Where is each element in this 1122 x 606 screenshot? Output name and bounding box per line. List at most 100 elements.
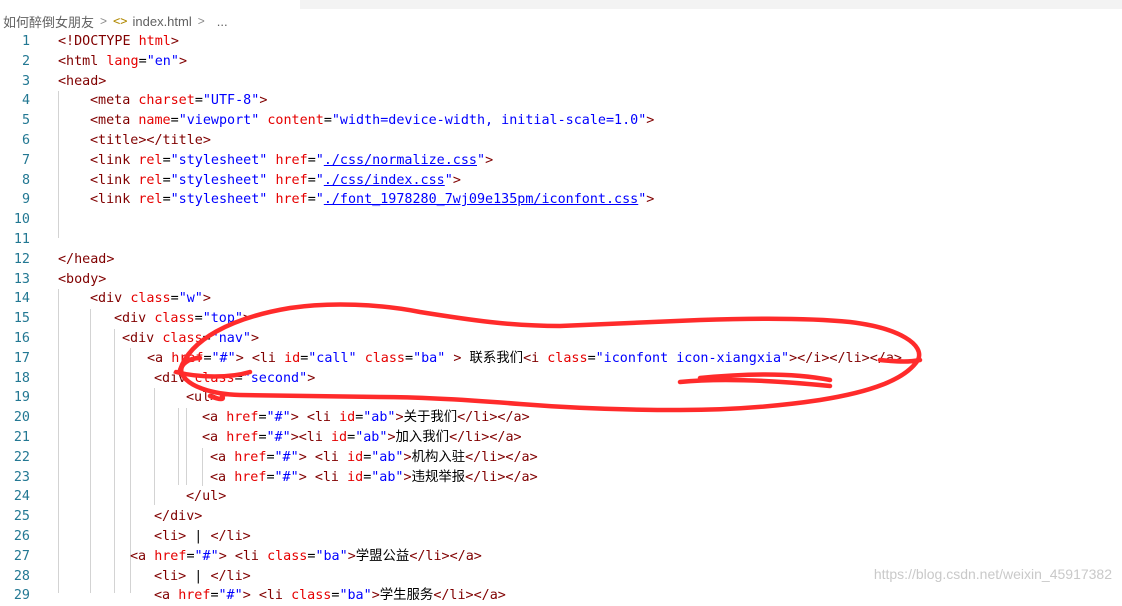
code-line[interactable]: 20 <a href="#"> <li id="ab">关于我们</li></a> xyxy=(0,408,1122,428)
code-line[interactable]: 18 <div class="second"> xyxy=(0,369,1122,389)
code-text: <a href="#"> <li id="ab">违规举报</li></a> xyxy=(210,468,538,488)
code-text: <a href="#"> <li class="ba">学盟公益</li></a… xyxy=(130,547,482,567)
line-number: 21 xyxy=(13,430,30,445)
code-line[interactable]: 26 <li> | </li> xyxy=(0,527,1122,547)
code-line[interactable]: 6 <title></title> xyxy=(0,131,1122,151)
code-line[interactable]: 16 <div class="nav"> xyxy=(0,329,1122,349)
line-number: 23 xyxy=(13,469,30,485)
code-line[interactable]: 4 <meta charset="UTF-8"> xyxy=(0,91,1122,111)
breadcrumb-file[interactable]: index.html xyxy=(132,14,191,29)
code-text: <a href="#"> <li id="call" class="ba" > … xyxy=(147,349,902,369)
code-token: = xyxy=(307,172,316,188)
code-text: <li> | </li> xyxy=(154,527,251,547)
code-token: > xyxy=(202,291,211,307)
code-line[interactable]: 10 xyxy=(0,210,1122,230)
code-token: = xyxy=(323,113,332,129)
code-token: "ab" xyxy=(371,469,404,485)
code-token: href xyxy=(178,588,211,604)
code-text: <div class="nav"> xyxy=(122,329,259,349)
code-line[interactable]: 9 <link rel="stylesheet" href="./font_197… xyxy=(0,190,1122,210)
code-line[interactable]: 7 <link rel="stylesheet" href="./css/norm… xyxy=(0,151,1122,171)
code-text: <div class="second"> xyxy=(154,369,315,389)
code-token: "#" xyxy=(266,430,291,445)
code-token: href xyxy=(226,430,259,445)
code-text: <meta name="viewport" content="width=dev… xyxy=(90,111,654,131)
code-token: = xyxy=(307,152,316,168)
code-line[interactable]: 11 xyxy=(0,230,1122,250)
code-token: "stylesheet" xyxy=(170,192,268,208)
code-line[interactable]: 27 <a href="#"> <li class="ba">学盟公益</li><… xyxy=(0,547,1122,567)
code-line[interactable]: 3 <head> xyxy=(0,72,1122,92)
code-token: id xyxy=(339,410,356,426)
code-token: "#" xyxy=(218,588,243,604)
code-line[interactable]: 2 <html lang="en"> xyxy=(0,52,1122,72)
code-text: <ul> xyxy=(186,388,218,408)
code-token: = xyxy=(405,350,414,366)
code-token: "UTF-8" xyxy=(202,93,260,109)
line-number: 20 xyxy=(13,410,30,426)
code-token: "w" xyxy=(178,291,203,307)
code-line[interactable]: 14 <div class="w"> xyxy=(0,289,1122,309)
code-token: > xyxy=(387,430,396,445)
code-token: = xyxy=(162,172,171,188)
code-token: > xyxy=(218,548,227,564)
code-token: <meta xyxy=(90,113,139,129)
code-token: > xyxy=(646,113,655,129)
code-line[interactable]: 19 <ul> xyxy=(0,388,1122,408)
code-token: "ba" xyxy=(315,548,348,564)
line-number: 15 xyxy=(13,311,30,327)
line-number: 4 xyxy=(21,93,30,109)
code-token: </li> xyxy=(210,529,251,544)
code-token: <a xyxy=(202,410,227,426)
code-token: href xyxy=(275,152,308,168)
code-token: ./css/normalize.css xyxy=(323,152,477,168)
code-text: </div> xyxy=(154,507,202,527)
code-editor[interactable]: 1 <!DOCTYPE html> 2 <html lang="en"> 3 <head>… xyxy=(0,32,1122,603)
code-line[interactable]: 12 </head> xyxy=(0,250,1122,270)
code-line[interactable]: 29 <a href="#"> <li class="ba">学生服务</li><… xyxy=(0,586,1122,606)
code-token: > xyxy=(403,449,412,465)
code-token: > xyxy=(178,53,187,69)
code-line[interactable]: 5 <meta name="viewport" content="width=de… xyxy=(0,111,1122,131)
code-line[interactable]: 1 <!DOCTYPE html> xyxy=(0,32,1122,52)
code-token: "ab" xyxy=(355,430,388,445)
code-token: = xyxy=(347,430,356,445)
code-line[interactable]: 22 <a href="#"> <li id="ab">机构入驻</li></a> xyxy=(0,448,1122,468)
code-token: > xyxy=(307,370,316,386)
line-number: 26 xyxy=(13,529,30,544)
code-line[interactable]: 21 <a href="#"><li id="ab">加入我们</li></a> xyxy=(0,428,1122,448)
code-token: > xyxy=(371,588,380,604)
code-text: <!DOCTYPE html> xyxy=(58,32,179,52)
code-line[interactable]: 17 <a href="#"> <li id="call" class="ba" … xyxy=(0,349,1122,369)
code-token: > xyxy=(298,449,307,465)
code-token: <li xyxy=(306,410,340,426)
code-token: "ab" xyxy=(371,449,404,465)
code-token: </head> xyxy=(58,251,115,267)
code-token: <a xyxy=(202,430,227,445)
code-line[interactable]: 13 <body> xyxy=(0,270,1122,290)
code-token: "#" xyxy=(211,350,236,366)
breadcrumb-more[interactable]: ... xyxy=(217,14,228,29)
code-token: "#" xyxy=(266,410,291,426)
code-line[interactable]: 15 <div class="top"> xyxy=(0,309,1122,329)
code-token: > xyxy=(235,350,244,366)
code-token: <a xyxy=(130,548,155,564)
code-token: "call" xyxy=(308,350,357,366)
code-token: html xyxy=(138,34,171,49)
code-token: > xyxy=(242,588,251,604)
code-token: = xyxy=(307,192,316,208)
code-line[interactable]: 24 </ul> xyxy=(0,487,1122,507)
code-line[interactable]: 25 </div> xyxy=(0,507,1122,527)
breadcrumb-folder[interactable]: 如何醉倒女朋友 xyxy=(0,12,94,31)
code-line[interactable]: 8 <link rel="stylesheet" href="./css/inde… xyxy=(0,171,1122,191)
code-token: class xyxy=(547,350,588,366)
code-line[interactable]: 23 <a href="#"> <li id="ab">违规举报</li></a> xyxy=(0,468,1122,488)
code-text: <body> xyxy=(58,270,106,290)
line-number: 24 xyxy=(13,489,30,505)
code-token: 机构入驻 xyxy=(411,449,466,465)
code-token: 联系我们 xyxy=(461,350,524,366)
code-token: = xyxy=(162,152,171,168)
